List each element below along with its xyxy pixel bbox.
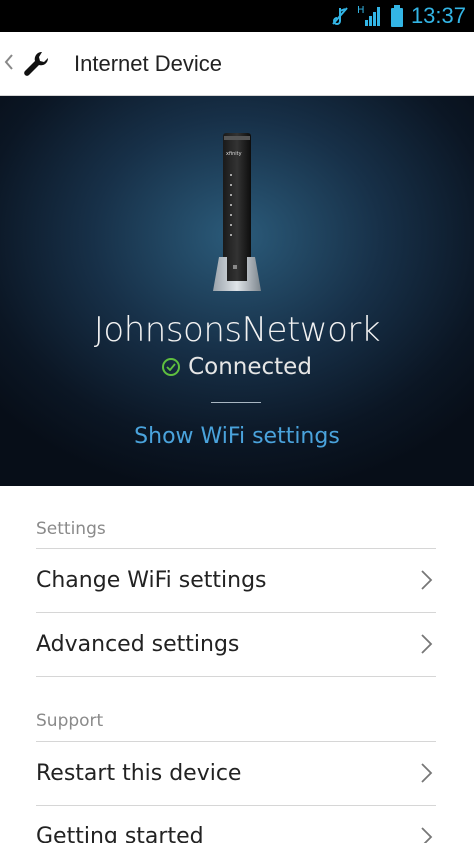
list-item-label: Getting started xyxy=(36,824,204,843)
router-image: xfinity xyxy=(213,133,261,291)
chevron-right-icon xyxy=(421,763,433,783)
chevron-right-icon xyxy=(421,570,433,590)
restart-device-item[interactable]: Restart this device xyxy=(36,741,436,805)
section-header-support: Support xyxy=(36,711,104,731)
wrench-icon xyxy=(24,51,49,76)
getting-started-item[interactable]: Getting started xyxy=(36,805,436,843)
chevron-left-icon xyxy=(4,52,20,76)
change-wifi-settings-item[interactable]: Change WiFi settings xyxy=(36,548,436,612)
list-item-label: Advanced settings xyxy=(36,632,240,657)
back-button[interactable] xyxy=(0,32,52,96)
connection-status: Connected xyxy=(0,354,474,380)
section-header-settings: Settings xyxy=(36,519,106,539)
list-item-label: Change WiFi settings xyxy=(36,568,267,593)
action-bar: Internet Device xyxy=(0,32,474,96)
clock: 13:37 xyxy=(410,3,466,28)
divider xyxy=(211,402,261,403)
page-title: Internet Device xyxy=(74,50,222,76)
device-hero: xfinity JohnsonsNetwork Connected Show W… xyxy=(0,96,474,486)
show-wifi-settings-link[interactable]: Show WiFi settings xyxy=(0,424,474,449)
chevron-right-icon xyxy=(421,827,433,843)
divider xyxy=(36,676,436,677)
battery-icon xyxy=(390,5,403,27)
status-text: Connected xyxy=(188,354,312,380)
list-item-label: Restart this device xyxy=(36,761,242,786)
advanced-settings-item[interactable]: Advanced settings xyxy=(36,612,436,676)
status-bar: H 13:37 xyxy=(0,0,474,32)
chevron-right-icon xyxy=(421,634,433,654)
signal-icon: H xyxy=(357,5,380,26)
network-type-label: H xyxy=(357,5,365,16)
status-icons: H 13:37 xyxy=(331,0,466,32)
check-circle-icon xyxy=(162,358,181,376)
network-name: JohnsonsNetwork xyxy=(93,310,381,350)
router-brand-label: xfinity xyxy=(226,151,242,157)
mute-icon xyxy=(332,7,348,25)
